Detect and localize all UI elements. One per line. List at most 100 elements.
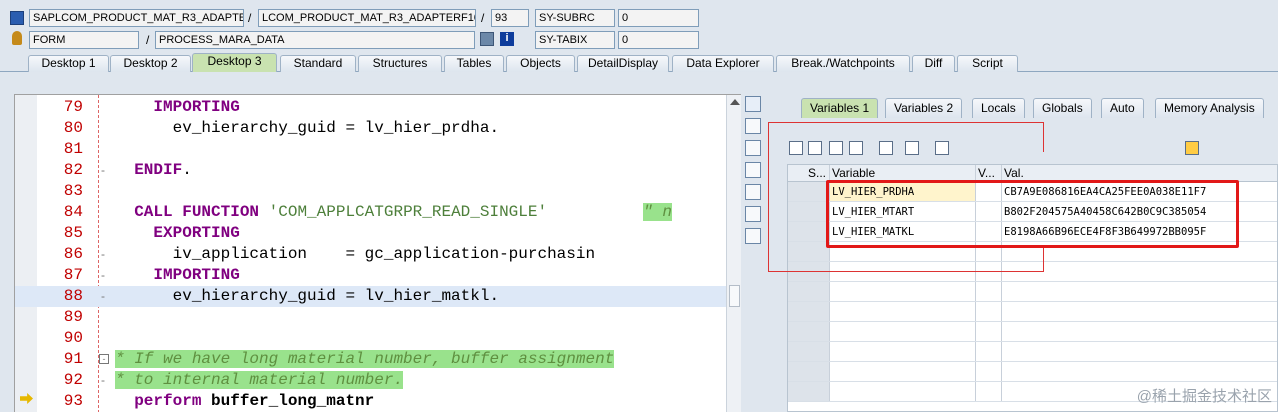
code-line[interactable]: 85 EXPORTING [15,223,726,244]
tab-auto[interactable]: Auto [1101,98,1144,118]
append-row-icon[interactable] [829,141,843,155]
block-name-field[interactable]: PROCESS_MARA_DATA [155,31,475,49]
tab-data-explorer[interactable]: Data Explorer [672,55,774,72]
code-line[interactable]: 92 - * to internal material number. [15,370,726,391]
cell-value[interactable] [1002,302,1277,321]
grid-row[interactable] [788,282,1277,302]
cell-variable[interactable] [830,362,976,381]
cell-type[interactable] [976,382,1002,401]
scroll-up-icon[interactable] [730,99,740,105]
maximize-icon[interactable] [745,162,761,178]
row-selector[interactable] [788,302,830,321]
insert-row-icon[interactable] [808,141,822,155]
cell-variable[interactable] [830,282,976,301]
code-line[interactable]: 90 [15,328,726,349]
cell-value[interactable] [1002,362,1277,381]
cell-value[interactable] [1002,282,1277,301]
cell-variable[interactable] [830,342,976,361]
fold-toggle-icon[interactable]: - [99,354,109,364]
tab-desktop-3[interactable]: Desktop 3 [192,53,277,72]
exchange-icon[interactable] [745,184,761,200]
tab-diff[interactable]: Diff [912,55,955,72]
editor-scrollbar[interactable] [726,95,741,412]
cell-type[interactable] [976,362,1002,381]
tab-desktop-1[interactable]: Desktop 1 [28,55,109,72]
row-selector[interactable] [788,202,830,221]
code-line[interactable]: 79 IMPORTING [15,97,726,118]
code-line[interactable]: 86 - iv_application = gc_application-purc… [15,244,726,265]
code-line[interactable]: 83 [15,181,726,202]
cell-value[interactable] [1002,322,1277,341]
row-selector[interactable] [788,182,830,201]
info-icon[interactable]: i [500,32,514,46]
tab-desktop-2[interactable]: Desktop 2 [110,55,191,72]
sy-subrc-value[interactable]: 0 [618,9,699,27]
tab-breakpoints[interactable]: Break./Watchpoints [776,55,910,72]
swap-tool-icon[interactable] [745,140,761,156]
tab-standard[interactable]: Standard [280,55,356,72]
code-line[interactable]: 80 ev_hierarchy_guid = lv_hier_prdha. [15,118,726,139]
program-field[interactable]: SAPLCOM_PRODUCT_MAT_R3_ADAPTER [29,9,244,27]
grid-row[interactable] [788,322,1277,342]
settings-icon[interactable] [745,228,761,244]
block-type-field[interactable]: FORM [29,31,139,49]
code-line[interactable]: 87 - IMPORTING [15,265,726,286]
tab-structures[interactable]: Structures [358,55,442,72]
sy-tabix-value[interactable]: 0 [618,31,699,49]
tab-variables-2[interactable]: Variables 2 [885,98,963,118]
code-line[interactable]: 82 - ENDIF. [15,160,726,181]
row-selector[interactable] [788,222,830,241]
row-selector[interactable] [788,282,830,301]
code-line[interactable]: 93 perform buffer_long_matnr [15,391,726,412]
tab-tables[interactable]: Tables [444,55,504,72]
services-icon[interactable] [745,206,761,222]
calculator-icon[interactable] [480,32,494,46]
new-tool-icon[interactable] [745,118,761,134]
row-selector[interactable] [788,322,830,341]
close-icon[interactable] [745,96,761,112]
code-line[interactable]: 89 [15,307,726,328]
cell-variable[interactable] [830,302,976,321]
scroll-thumb[interactable] [729,285,740,307]
row-selector[interactable] [788,362,830,381]
tab-objects[interactable]: Objects [506,55,575,72]
delete-all-icon[interactable] [849,141,863,155]
cell-variable[interactable] [830,322,976,341]
cell-type[interactable] [976,342,1002,361]
column-header-type[interactable]: V... [976,165,1002,181]
tab-detaildisplay[interactable]: DetailDisplay [577,55,669,72]
cell-type[interactable] [976,322,1002,341]
line-field[interactable]: 93 [491,9,529,27]
code-editor[interactable]: 79 IMPORTING 80 ev_hierarchy_guid = lv_hi… [14,94,741,412]
grid-row[interactable] [788,362,1277,382]
cell-variable[interactable] [830,382,976,401]
include-field[interactable]: LCOM_PRODUCT_MAT_R3_ADAPTERF10 [258,9,476,27]
cell-type[interactable] [976,302,1002,321]
cell-type[interactable] [976,282,1002,301]
save-icon[interactable] [1185,141,1199,155]
code-line[interactable]: 91 - * If we have long material number, bu… [15,349,726,370]
fold-marker: - [101,373,105,387]
import-icon[interactable] [935,141,949,155]
code-line[interactable]: 81 [15,139,726,160]
row-selector[interactable] [788,342,830,361]
grid-row[interactable] [788,342,1277,362]
tab-memory-analysis[interactable]: Memory Analysis [1155,98,1264,118]
column-header-value[interactable]: Val. [1002,165,1277,181]
grid-row[interactable] [788,262,1277,282]
column-header-status[interactable]: S... [788,165,830,181]
tab-locals[interactable]: Locals [972,98,1025,118]
tab-variables-1[interactable]: Variables 1 [801,98,879,118]
delete-icon[interactable] [789,141,803,155]
transfer-icon[interactable] [905,141,919,155]
code-line[interactable]: 88 - ev_hierarchy_guid = lv_hier_matkl. [15,286,726,307]
grid-row[interactable] [788,302,1277,322]
tab-script[interactable]: Script [957,55,1018,72]
cell-value[interactable] [1002,342,1277,361]
row-selector[interactable] [788,242,830,261]
code-line[interactable]: 84 CALL FUNCTION 'COM_APPLCATGRPR_READ_S… [15,202,726,223]
column-header-variable[interactable]: Variable [830,165,976,181]
row-selector[interactable] [788,382,830,401]
tab-globals[interactable]: Globals [1033,98,1092,118]
hierarchy-icon[interactable] [879,141,893,155]
